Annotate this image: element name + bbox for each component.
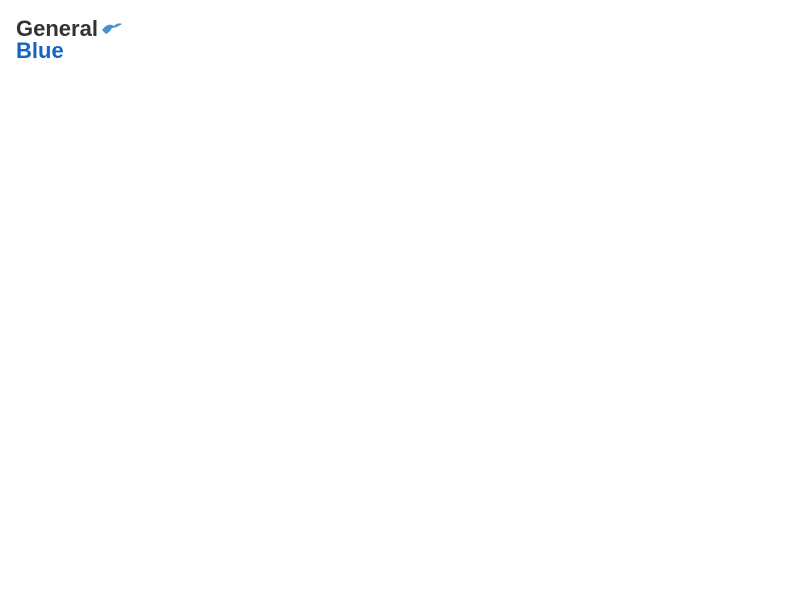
logo-blue: Blue — [16, 38, 64, 64]
logo: General Blue — [16, 16, 122, 64]
logo-bird-icon — [100, 20, 122, 38]
page-header: General Blue — [16, 16, 776, 64]
